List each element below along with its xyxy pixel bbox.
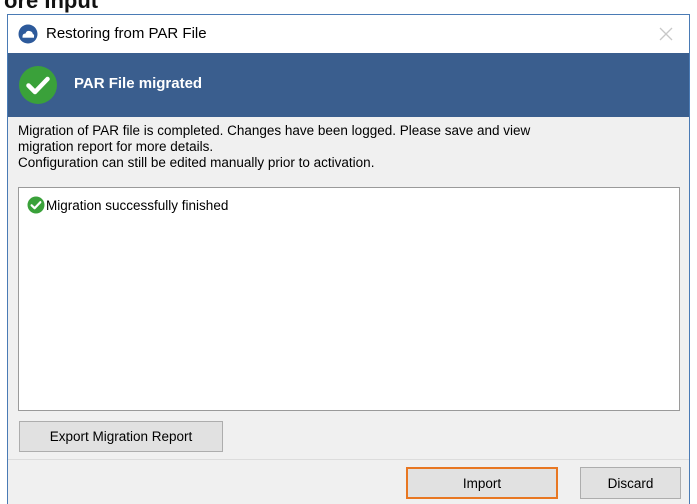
log-entry-text: Migration successfully finished bbox=[46, 197, 229, 213]
message-line-2: migration report for more details. bbox=[18, 139, 214, 154]
status-banner: PAR File migrated bbox=[8, 53, 689, 117]
banner-title: PAR File migrated bbox=[74, 75, 203, 92]
log-entry[interactable]: Migration successfully finished bbox=[27, 196, 228, 214]
migration-message: Migration of PAR file is completed. Chan… bbox=[18, 123, 678, 171]
message-line-3: Configuration can still be edited manual… bbox=[18, 155, 375, 170]
footer-divider bbox=[8, 459, 689, 460]
close-icon bbox=[659, 27, 673, 41]
app-cloud-icon bbox=[18, 24, 38, 44]
background-window-text: ore Input bbox=[4, 0, 99, 13]
migration-log-list[interactable]: Migration successfully finished bbox=[18, 187, 680, 411]
success-check-icon bbox=[19, 66, 57, 104]
close-button[interactable] bbox=[643, 15, 689, 53]
export-migration-report-button[interactable]: Export Migration Report bbox=[19, 421, 223, 452]
restore-dialog: Restoring from PAR File PAR File migrate… bbox=[7, 14, 690, 504]
window-title: Restoring from PAR File bbox=[46, 25, 207, 42]
message-line-1: Migration of PAR file is completed. Chan… bbox=[18, 123, 531, 138]
title-bar[interactable]: Restoring from PAR File bbox=[8, 15, 689, 53]
import-button[interactable]: Import bbox=[406, 467, 558, 499]
background-window-strip: ore Input bbox=[0, 0, 697, 14]
success-check-icon bbox=[27, 196, 45, 214]
discard-button[interactable]: Discard bbox=[580, 467, 681, 499]
